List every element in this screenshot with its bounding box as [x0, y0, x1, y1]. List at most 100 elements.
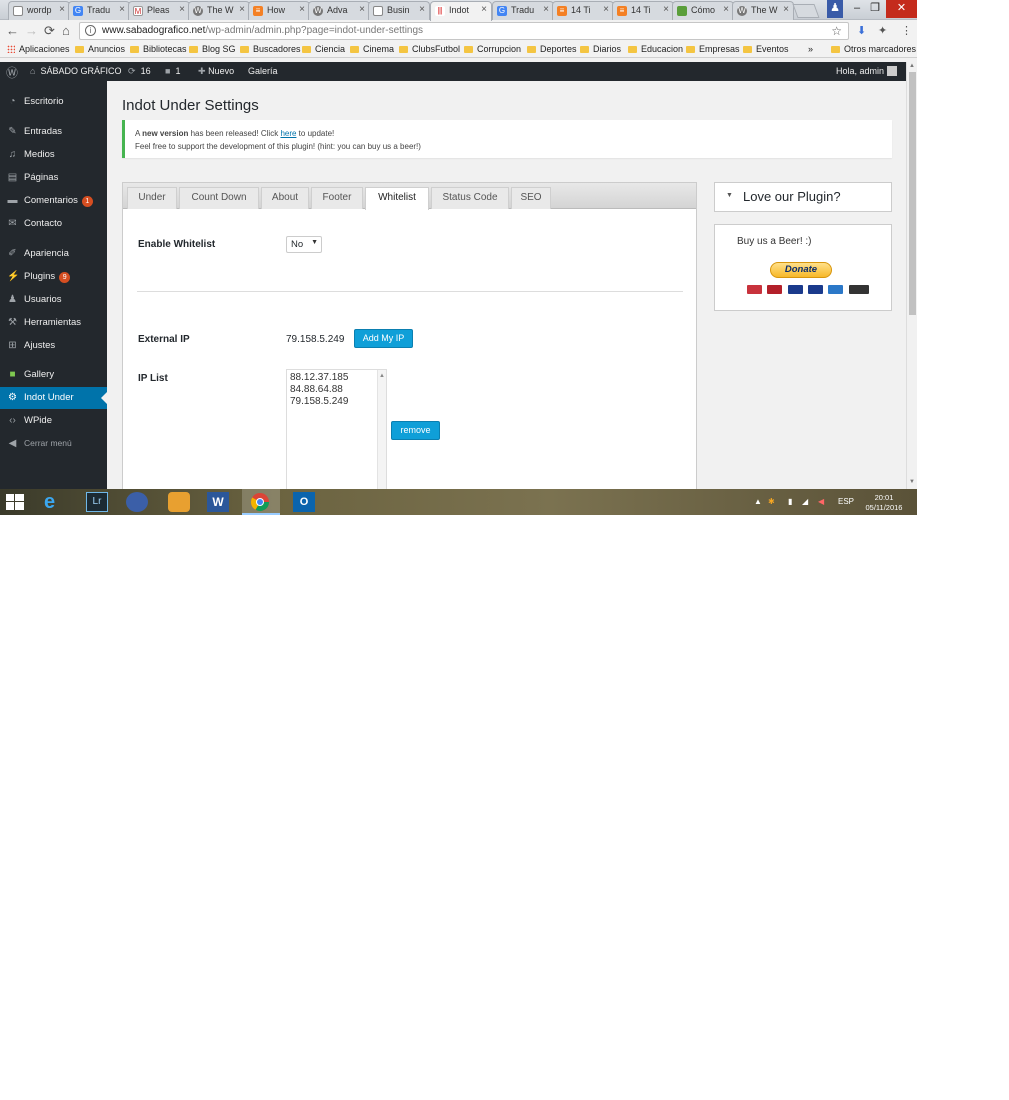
clock[interactable]: 20:01 05/11/2016: [862, 493, 906, 513]
word-icon[interactable]: W: [207, 492, 229, 512]
browser-tab[interactable]: G Tradu ×: [492, 1, 554, 20]
star-icon[interactable]: ☆: [831, 24, 842, 38]
input-language[interactable]: ESP: [838, 497, 854, 506]
comments-link[interactable]: ■ 1: [165, 66, 180, 76]
close-icon[interactable]: ×: [119, 4, 125, 15]
forward-icon[interactable]: →: [25, 23, 38, 38]
close-window-icon[interactable]: ✕: [886, 0, 917, 18]
bookmark-apps[interactable]: Aplicaciones: [7, 44, 70, 54]
browser-tab[interactable]: Cómo ×: [672, 1, 734, 20]
close-icon[interactable]: ×: [179, 4, 185, 15]
updates-link[interactable]: ⟳ 16: [128, 66, 151, 77]
network-icon[interactable]: ◢: [802, 497, 808, 506]
extension-icon[interactable]: ✦: [878, 24, 887, 37]
browser-tab[interactable]: M Pleas ×: [128, 1, 190, 20]
close-icon[interactable]: ×: [663, 4, 669, 15]
scroll-up-icon[interactable]: ▲: [909, 63, 915, 69]
restore-icon[interactable]: ❐: [866, 0, 884, 18]
bookmark-item[interactable]: Blog SG: [189, 44, 236, 54]
bookmark-item[interactable]: Cinema: [350, 44, 394, 54]
menu-item-indot-under[interactable]: ⚙ Indot Under: [0, 387, 107, 409]
bookmark-item[interactable]: Anuncios: [75, 44, 125, 54]
menu-item-paginas[interactable]: ▤ Páginas: [0, 167, 107, 189]
scrollbar-thumb[interactable]: [909, 72, 916, 315]
update-link[interactable]: here: [280, 129, 296, 138]
menu-item-contacto[interactable]: ✉ Contacto: [0, 213, 107, 235]
browser-tab[interactable]: wordp ×: [8, 1, 70, 20]
menu-item-ajustes[interactable]: ⊞ Ajustes: [0, 335, 107, 357]
browser-tab[interactable]: W The W ×: [732, 1, 794, 20]
tab-under[interactable]: Under: [127, 187, 177, 209]
back-icon[interactable]: ←: [6, 23, 19, 38]
app-icon[interactable]: [168, 492, 190, 512]
close-icon[interactable]: ×: [299, 4, 305, 15]
ip-list-textarea[interactable]: 88.12.37.185 84.88.64.88 79.158.5.249 ▲: [286, 369, 387, 489]
menu-item-gallery[interactable]: ■ Gallery: [0, 364, 107, 386]
tab-whitelist[interactable]: Whitelist: [365, 187, 429, 210]
add-my-ip-button[interactable]: Add My IP: [354, 329, 413, 348]
info-icon[interactable]: i: [85, 25, 96, 36]
site-name-link[interactable]: ⌂ SÁBADO GRÁFICO: [30, 66, 121, 76]
menu-icon[interactable]: ⋮: [901, 24, 912, 37]
tab-count-down[interactable]: Count Down: [179, 187, 259, 209]
enable-whitelist-select[interactable]: No ▼: [286, 236, 322, 253]
battery-icon[interactable]: ▮: [788, 497, 792, 506]
page-scrollbar[interactable]: ▲ ▼: [906, 62, 917, 489]
tab-seo[interactable]: SEO: [511, 187, 551, 209]
browser-tab[interactable]: W Adva ×: [308, 1, 370, 20]
close-icon[interactable]: ×: [603, 4, 609, 15]
browser-tab[interactable]: ≡ 14 Ti ×: [612, 1, 674, 20]
menu-item-herramientas[interactable]: ⚒ Herramientas: [0, 312, 107, 334]
gallery-link[interactable]: Galería: [248, 66, 278, 76]
menu-item-apariencia[interactable]: ✐ Apariencia: [0, 243, 107, 265]
bookmark-item[interactable]: Educacion: [628, 44, 683, 54]
menu-item-usuarios[interactable]: ♟ Usuarios: [0, 289, 107, 311]
bookmark-item[interactable]: Ciencia: [302, 44, 345, 54]
love-plugin-box-header[interactable]: ▼ Love our Plugin?: [714, 182, 892, 212]
remove-button[interactable]: remove: [391, 421, 440, 440]
outlook-icon[interactable]: O: [293, 492, 315, 512]
chrome-taskbar-button[interactable]: [242, 489, 280, 515]
browser-tab[interactable]: Busin ×: [368, 1, 430, 20]
other-bookmarks[interactable]: Otros marcadores: [831, 44, 916, 54]
internet-explorer-icon[interactable]: e: [44, 492, 66, 512]
bookmark-item[interactable]: Diarios: [580, 44, 621, 54]
bookmark-item[interactable]: Empresas: [686, 44, 740, 54]
menu-item-escritorio[interactable]: ◔ Escritorio: [0, 91, 107, 113]
bookmark-item[interactable]: Bibliotecas: [130, 44, 187, 54]
minimize-icon[interactable]: –: [848, 0, 866, 18]
menu-item-wpide[interactable]: ‹› WPide: [0, 410, 107, 432]
collapse-menu-button[interactable]: ◀ Cerrar menú: [0, 433, 107, 455]
browser-tab[interactable]: G Tradu ×: [68, 1, 130, 20]
menu-item-plugins[interactable]: ⚡ Plugins 9: [0, 266, 107, 288]
windows-start-icon[interactable]: [6, 494, 24, 510]
wordpress-logo-icon[interactable]: Ⓦ: [6, 64, 18, 81]
textarea-scrollbar[interactable]: ▲: [377, 370, 386, 489]
browser-tab[interactable]: ≡ 14 Ti ×: [552, 1, 614, 20]
close-icon[interactable]: ×: [359, 4, 365, 15]
tab-footer[interactable]: Footer: [311, 187, 363, 209]
close-icon[interactable]: ×: [419, 4, 425, 15]
bookmarks-more[interactable]: »: [808, 44, 813, 54]
show-hidden-icons[interactable]: ▲: [754, 497, 762, 506]
bookmark-item[interactable]: Buscadores: [240, 44, 301, 54]
tab-about[interactable]: About: [261, 187, 309, 209]
bookmark-item[interactable]: Eventos: [743, 44, 789, 54]
volume-icon[interactable]: ◀: [818, 497, 824, 506]
close-icon[interactable]: ×: [723, 4, 729, 15]
close-icon[interactable]: ×: [543, 4, 549, 15]
lightroom-icon[interactable]: Lr: [86, 492, 108, 512]
address-bar[interactable]: i www.sabadografico.net/wp-admin/admin.p…: [79, 22, 849, 40]
close-icon[interactable]: ×: [59, 4, 65, 15]
new-tab-button[interactable]: [792, 4, 820, 18]
close-icon[interactable]: ×: [783, 4, 789, 15]
menu-item-medios[interactable]: ♫ Medios: [0, 144, 107, 166]
scroll-up-icon[interactable]: ▲: [379, 373, 385, 379]
menu-item-entradas[interactable]: ✎ Entradas: [0, 121, 107, 143]
reload-icon[interactable]: ⟳: [44, 23, 55, 39]
new-content-link[interactable]: ✚ Nuevo: [198, 66, 234, 77]
bookmark-item[interactable]: Deportes: [527, 44, 577, 54]
extension-icon[interactable]: ⬇: [857, 24, 866, 37]
close-icon[interactable]: ×: [481, 4, 487, 15]
close-icon[interactable]: ×: [239, 4, 245, 15]
